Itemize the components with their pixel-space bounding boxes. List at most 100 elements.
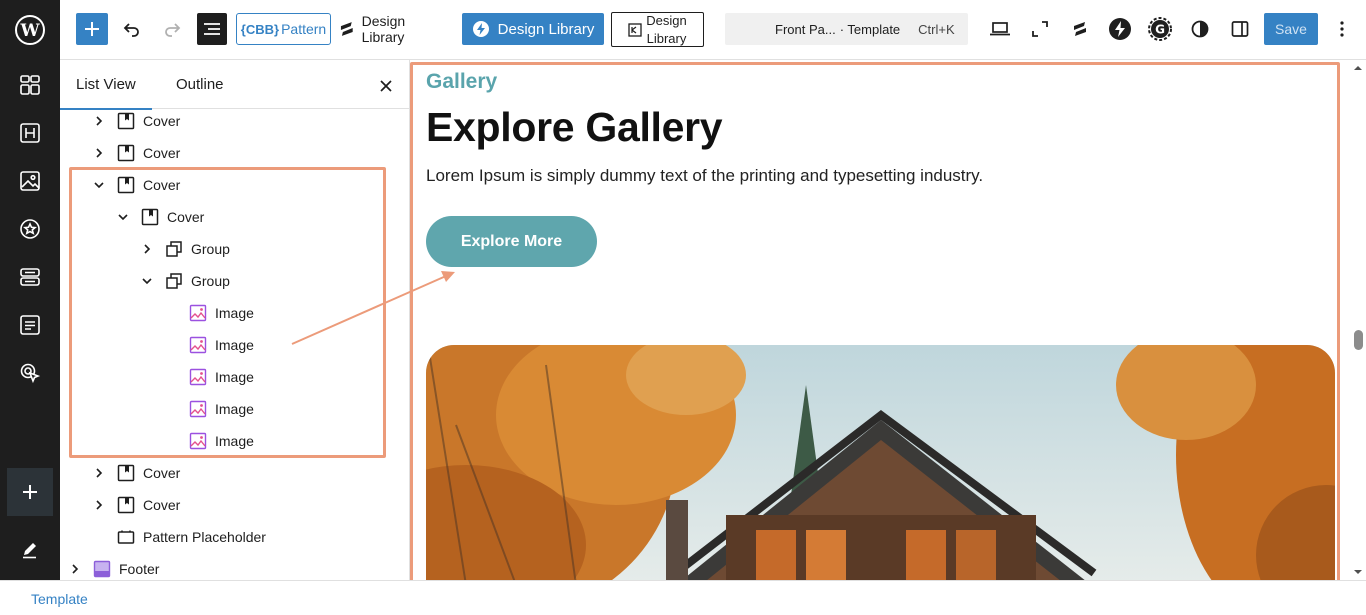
list-item-cover[interactable]: Cover — [93, 489, 180, 521]
stackable-icon — [1074, 22, 1086, 36]
chevron-right-icon[interactable] — [93, 467, 105, 479]
gallery-lead-text[interactable]: Lorem Ipsum is simply dummy text of the … — [426, 166, 983, 186]
stackable-settings-button[interactable] — [1068, 13, 1092, 45]
heading-icon[interactable] — [18, 121, 42, 145]
canvas-scrollbar[interactable] — [1350, 60, 1366, 580]
scroll-down-icon[interactable] — [1354, 568, 1362, 576]
stackable-design-library-button[interactable]: Design Library — [338, 13, 450, 45]
command-palette-button[interactable]: Front Pa... · Template Ctrl+K — [725, 13, 968, 45]
generateblocks-button[interactable]: G — [1148, 13, 1172, 45]
list-item-label: Cover — [143, 145, 181, 161]
list-item-label: Pattern Placeholder — [143, 529, 266, 545]
spectra-button[interactable] — [1108, 13, 1132, 45]
list-item-cover[interactable]: Cover — [117, 201, 204, 233]
image-icon — [189, 400, 207, 418]
chevron-down-icon[interactable] — [117, 211, 129, 223]
design-library-primary-button[interactable]: Design Library — [462, 13, 604, 45]
block-inserter-button[interactable] — [76, 13, 108, 45]
wordpress-logo-icon[interactable]: W — [0, 0, 60, 60]
stackable-icon — [340, 22, 353, 36]
close-panel-button[interactable] — [376, 76, 396, 96]
list-view-panel: List View Outline Cover Cover Cover Cove… — [60, 60, 410, 580]
design-library-primary-label: Design Library — [497, 20, 595, 38]
chevron-right-icon[interactable] — [93, 115, 105, 127]
gallery-image[interactable] — [426, 345, 1335, 580]
styles-toggle-button[interactable] — [1188, 13, 1212, 45]
site-editor: W {CBB} Pattern Design Library Design Li… — [0, 0, 1366, 615]
media-icon[interactable] — [18, 169, 42, 193]
list-item-image[interactable]: Image — [165, 393, 254, 425]
list-item-cover[interactable]: Cover — [93, 105, 180, 137]
chevron-down-icon[interactable] — [93, 179, 105, 191]
list-item-pattern-placeholder[interactable]: Pattern Placeholder — [93, 521, 266, 553]
chevron-down-icon[interactable] — [141, 275, 153, 287]
design-library-secondary-label: Design Library — [646, 12, 687, 46]
scroll-up-icon[interactable] — [1354, 64, 1362, 72]
design-library-secondary-button[interactable]: Design Library — [611, 12, 704, 47]
laptop-icon — [990, 22, 1010, 36]
expand-icon — [1032, 21, 1048, 37]
chevron-right-icon[interactable] — [69, 563, 81, 575]
list-view-icon — [204, 23, 220, 35]
styles-icon[interactable] — [18, 217, 42, 241]
template-parts-icon[interactable] — [18, 265, 42, 289]
list-item-image[interactable]: Image — [165, 329, 254, 361]
edit-pencil-icon[interactable] — [18, 538, 42, 562]
document-title: Front Pa... — [775, 21, 836, 37]
design-library-label: Design Library — [361, 13, 406, 45]
list-item-image[interactable]: Image — [165, 425, 254, 457]
list-item-label: Cover — [143, 113, 181, 129]
footer-icon — [93, 560, 111, 578]
undo-button[interactable] — [120, 13, 144, 45]
fullscreen-button[interactable] — [1028, 13, 1052, 45]
gallery-eyebrow[interactable]: Gallery — [426, 70, 497, 94]
patterns-icon[interactable] — [18, 73, 42, 97]
gear-g-icon: G — [1148, 17, 1172, 41]
device-preview-button[interactable] — [988, 13, 1012, 45]
panel-tabs: List View Outline — [60, 60, 409, 110]
list-item-cover[interactable]: Cover — [93, 137, 180, 169]
plus-icon — [85, 22, 99, 36]
list-item-label: Footer — [119, 561, 160, 577]
close-icon — [380, 80, 392, 92]
contrast-icon — [1191, 20, 1209, 38]
list-item-cover[interactable]: Cover — [93, 169, 180, 201]
scrollbar-thumb[interactable] — [1354, 330, 1363, 350]
tab-list-view[interactable]: List View — [60, 60, 152, 110]
image-icon — [189, 336, 207, 354]
document-type: · Template — [839, 21, 901, 37]
redo-button[interactable] — [160, 13, 184, 45]
list-item-label: Image — [215, 433, 254, 449]
chevron-right-icon[interactable] — [93, 499, 105, 511]
list-item-group[interactable]: Group — [141, 233, 230, 265]
chevron-right-icon[interactable] — [93, 147, 105, 159]
sidebar-icon — [1231, 21, 1249, 37]
more-vertical-icon — [1340, 21, 1344, 37]
breadcrumb-template[interactable]: Template — [31, 591, 88, 607]
bolt-circle-icon — [472, 21, 489, 37]
shortcut-hint: Ctrl+K — [918, 21, 955, 37]
chevron-right-icon[interactable] — [141, 243, 153, 255]
cursor-click-icon[interactable] — [18, 361, 42, 385]
explore-more-button[interactable]: Explore More — [426, 216, 597, 267]
add-new-button[interactable] — [7, 468, 53, 516]
cover-icon — [117, 464, 135, 482]
save-button[interactable]: Save — [1264, 13, 1318, 45]
settings-sidebar-button[interactable] — [1228, 13, 1252, 45]
pages-icon[interactable] — [18, 313, 42, 337]
list-item-label: Group — [191, 241, 230, 257]
options-menu-button[interactable] — [1332, 13, 1352, 45]
kadence-icon — [628, 22, 642, 37]
gallery-heading[interactable]: Explore Gallery — [426, 104, 723, 151]
list-item-cover[interactable]: Cover — [93, 457, 180, 489]
tab-outline[interactable]: Outline — [176, 60, 224, 109]
list-item-footer[interactable]: Footer — [69, 553, 159, 580]
list-item-image[interactable]: Image — [165, 297, 254, 329]
editor-toolbar: {CBB} Pattern Design Library Design Libr… — [60, 0, 1366, 60]
document-overview-button[interactable] — [197, 13, 227, 45]
admin-sidebar: W — [0, 0, 60, 580]
list-item-label: Image — [215, 305, 254, 321]
cbb-pattern-button[interactable]: {CBB} Pattern — [236, 13, 331, 45]
list-item-group[interactable]: Group — [141, 265, 230, 297]
list-item-image[interactable]: Image — [165, 361, 254, 393]
